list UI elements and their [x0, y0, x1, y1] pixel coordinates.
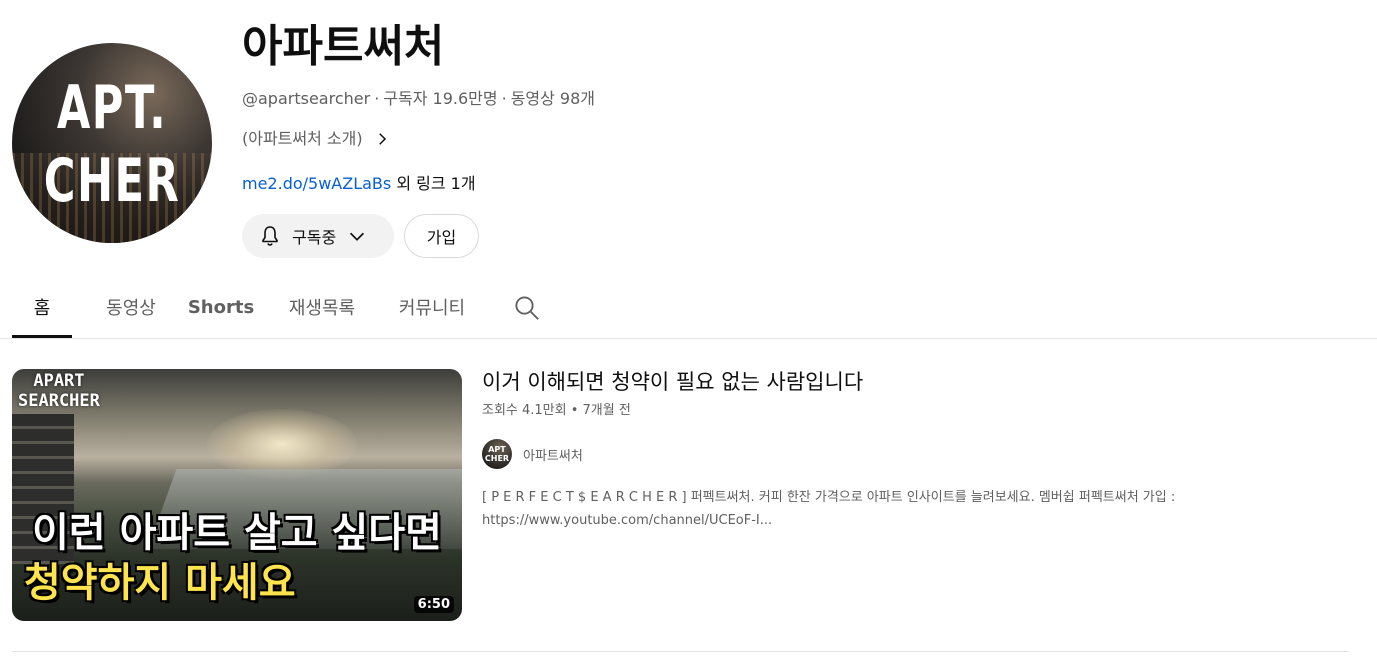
thumbnail-brand-line2: SEARCHER — [18, 391, 100, 411]
channel-links: me2.do/5wAZLaBs 외 링크 1개 — [242, 172, 476, 196]
meta-separator: · — [374, 89, 380, 108]
video-title[interactable]: 이거 이해되면 청약이 필요 없는 사람입니다 — [482, 367, 863, 397]
tab-home[interactable]: 홈 — [12, 278, 72, 336]
video-meta: 조회수 4.1만회 • 7개월 전 — [482, 403, 631, 418]
bell-icon — [262, 226, 278, 246]
tab-playlists[interactable]: 재생목록 — [280, 278, 364, 336]
video-thumbnail[interactable]: APART SEARCHER 이런 아파트 살고 싶다면 청약하지 마세요 6:… — [12, 369, 462, 621]
avatar-text-line1: APT. — [56, 73, 168, 143]
tabs-divider — [0, 338, 1377, 339]
channel-meta: @apartsearcher · 구독자 19.6만명 · 동영상 98개 — [242, 88, 595, 110]
chevron-right-icon — [378, 133, 386, 145]
tab-shorts[interactable]: Shorts — [188, 278, 254, 336]
video-channel-name: 아파트써처 — [523, 448, 583, 464]
video-count: 동영상 98개 — [510, 89, 596, 108]
tab-community[interactable]: 커뮤니티 — [390, 278, 474, 336]
subscribed-button[interactable]: 구독중 — [242, 214, 394, 258]
subscriber-count: 구독자 19.6만명 — [383, 89, 498, 108]
channel-avatar[interactable]: APT. CHER — [12, 43, 212, 243]
tab-videos[interactable]: 동영상 — [98, 278, 164, 336]
video-description: [ P E R F E C T $ E A R C H E R ] 퍼펙트써처.… — [482, 490, 1176, 528]
more-links-text[interactable]: 외 링크 1개 — [391, 174, 475, 193]
thumbnail-caption-2: 청약하지 마세요 — [24, 560, 296, 606]
thumbnail-brand: APART SEARCHER — [18, 371, 100, 411]
channel-tabs: 홈 동영상 Shorts 재생목록 커뮤니티 — [12, 278, 1377, 338]
thumbnail-brand-line1: APART — [33, 371, 85, 391]
channel-external-link[interactable]: me2.do/5wAZLaBs — [242, 174, 391, 193]
channel-description-link[interactable]: (아파트써처 소개) — [242, 127, 391, 151]
video-channel-link[interactable]: APT CHER 아파트써처 — [482, 439, 583, 469]
chevron-down-icon — [350, 232, 365, 241]
channel-handle: @apartsearcher — [242, 89, 371, 108]
section-divider — [12, 651, 1349, 652]
meta-separator: · — [501, 89, 507, 108]
video-duration-badge: 6:50 — [413, 596, 454, 613]
search-icon[interactable] — [512, 293, 542, 323]
channel-description: (아파트써처 소개) — [242, 129, 363, 148]
join-label: 가입 — [426, 228, 457, 247]
thumbnail-caption-1: 이런 아파트 살고 싶다면 — [32, 510, 442, 556]
video-channel-avatar: APT CHER — [482, 439, 512, 469]
subscribed-label: 구독중 — [292, 228, 337, 247]
channel-title: 아파트써처 — [242, 21, 445, 72]
join-button[interactable]: 가입 — [404, 214, 479, 258]
avatar-text-line2: CHER — [43, 146, 181, 216]
